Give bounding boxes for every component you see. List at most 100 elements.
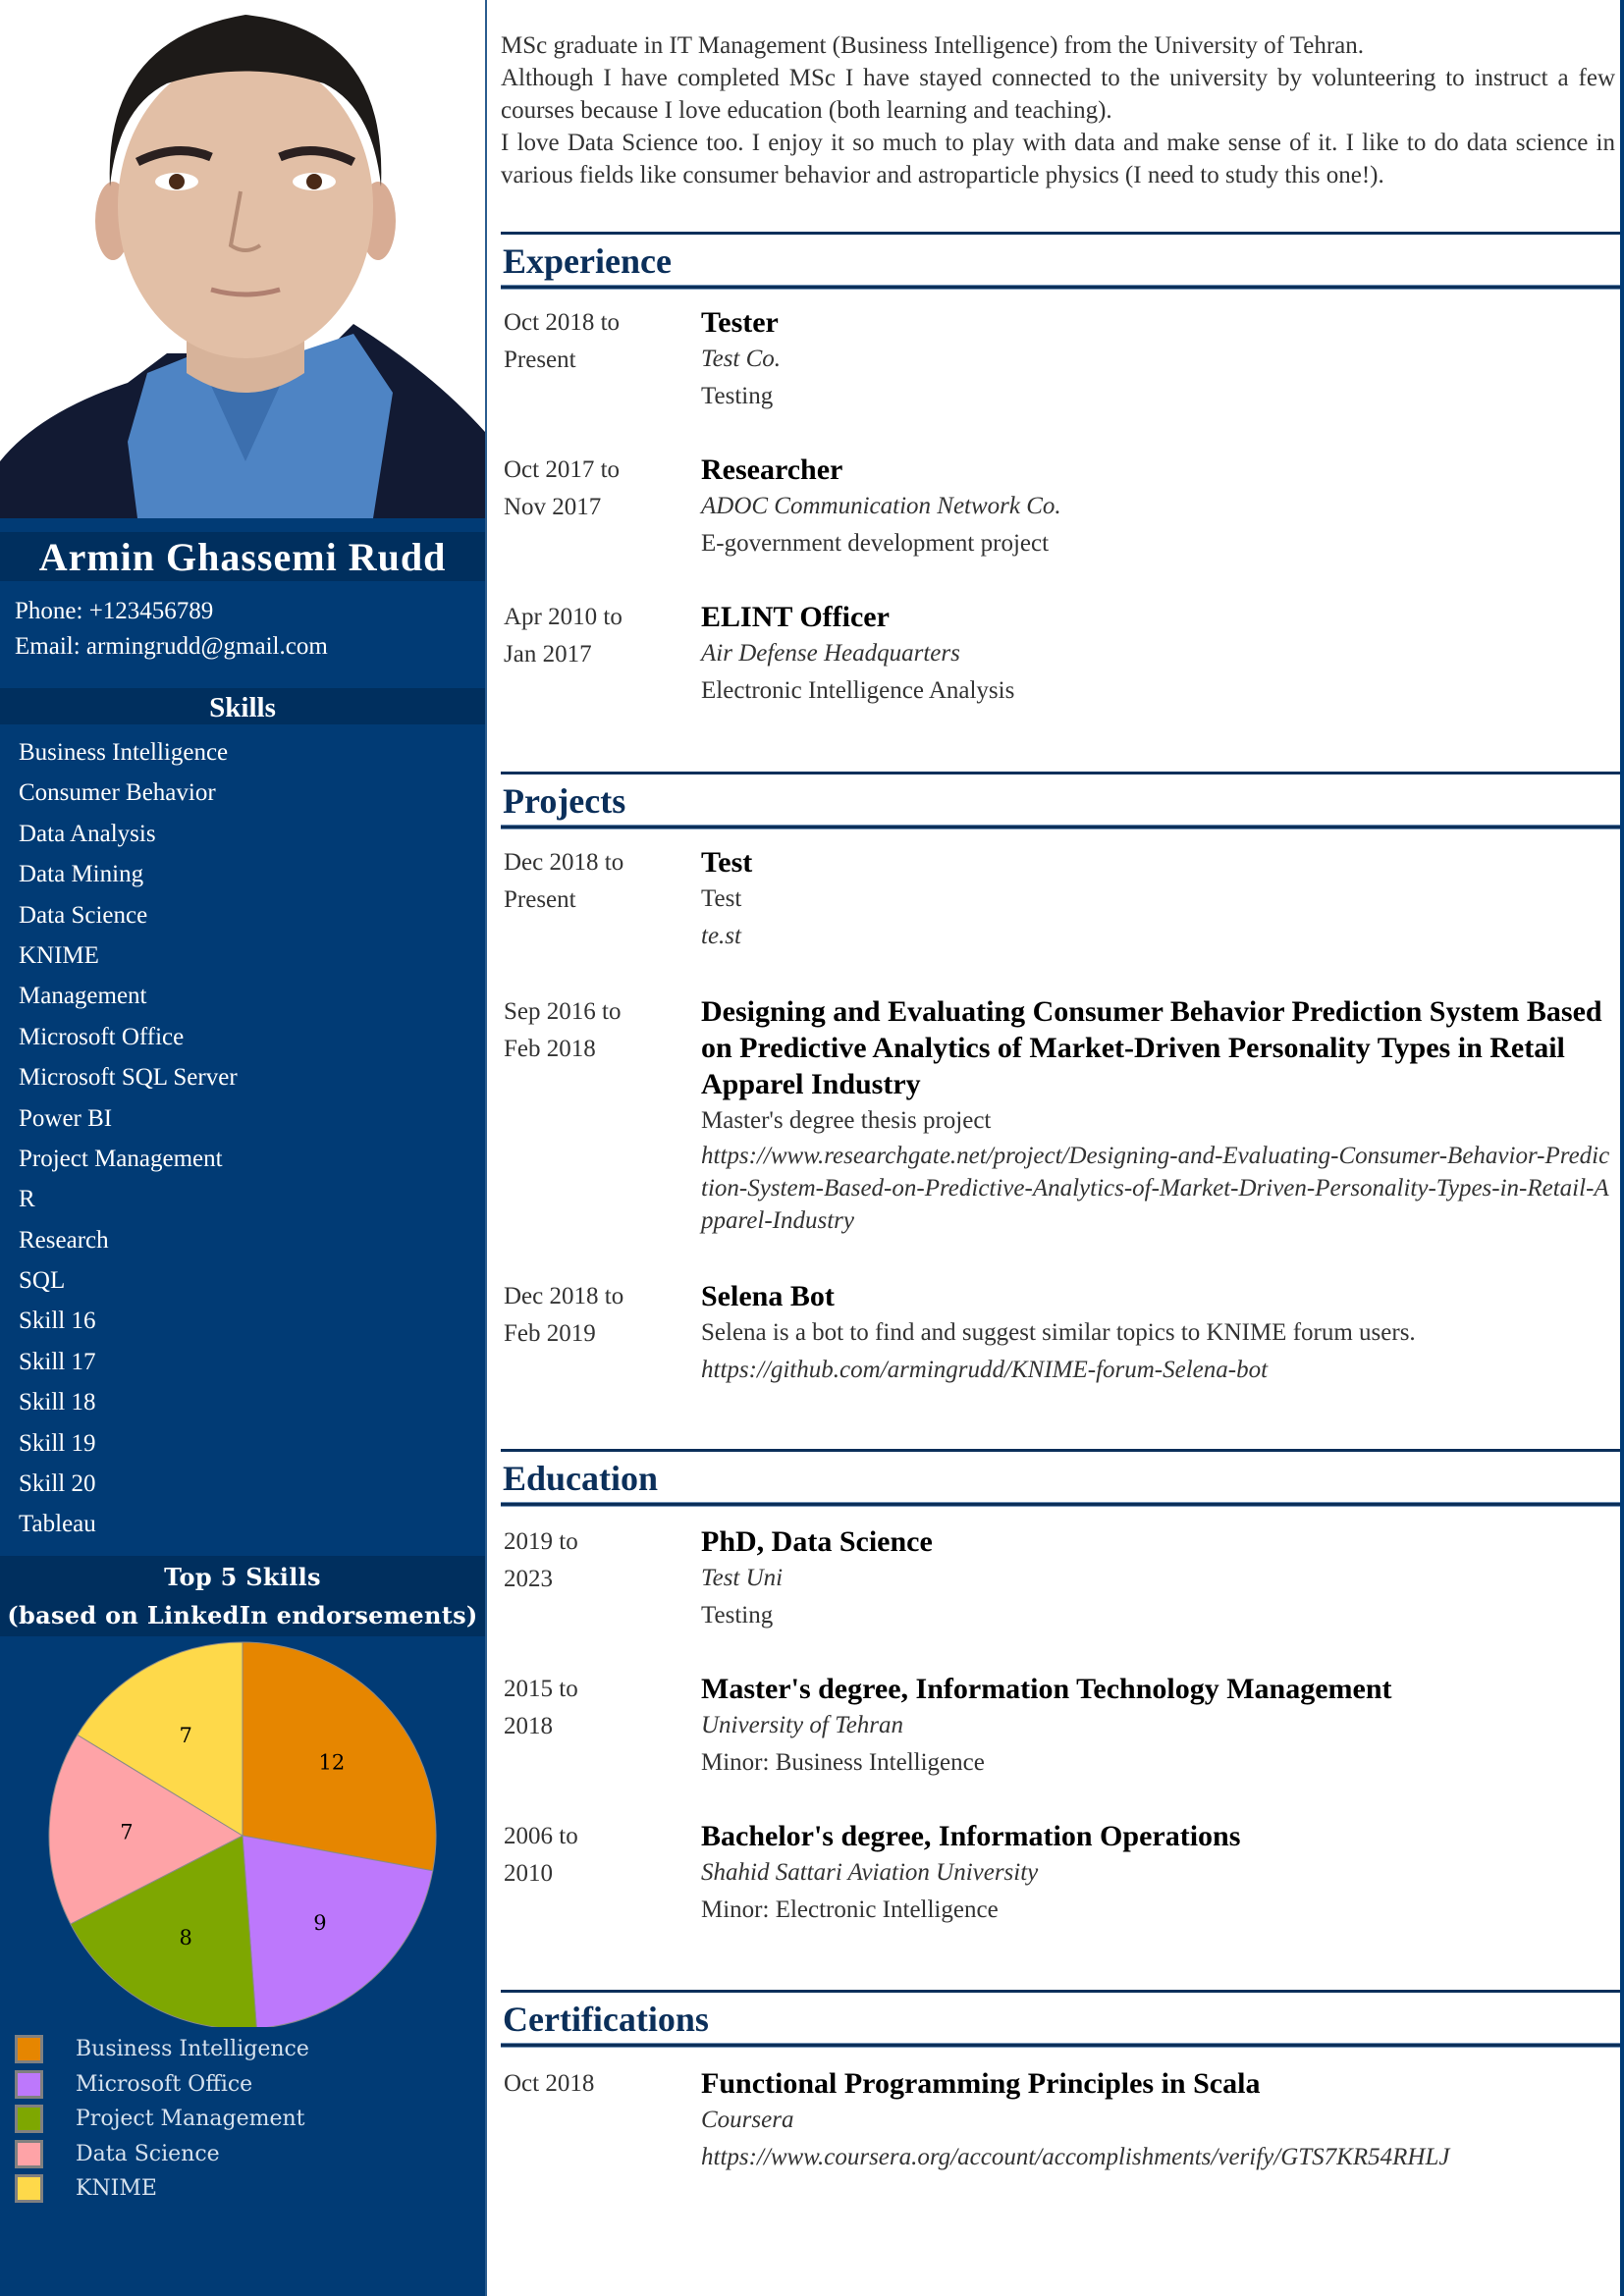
pie-data-label: 12 bbox=[318, 1750, 345, 1774]
date-start: 2006 to bbox=[504, 1823, 578, 1849]
main-right-border bbox=[1620, 0, 1624, 2296]
skill-item: R bbox=[19, 1186, 35, 1213]
entry-url[interactable]: https://www.coursera.org/account/accompl… bbox=[701, 2139, 1614, 2176]
entry-title: Selena Bot bbox=[701, 1280, 835, 1312]
skill-item: Skill 20 bbox=[19, 1470, 96, 1498]
legend-label: Data Science bbox=[76, 2141, 220, 2166]
date-end: Jan 2017 bbox=[504, 641, 592, 667]
date-start: 2019 to bbox=[504, 1528, 578, 1555]
skill-item: Microsoft SQL Server bbox=[19, 1064, 238, 1092]
entry-date: Oct 2018 to Present bbox=[504, 304, 680, 379]
entry-title: ELINT Officer bbox=[701, 601, 890, 633]
section-title: Projects bbox=[503, 781, 626, 821]
date-start: Dec 2018 to bbox=[504, 1283, 624, 1309]
entry-desc: Electronic Intelligence Analysis bbox=[701, 677, 1015, 704]
entry-org: Test Co. bbox=[701, 346, 782, 372]
entry-date: 2015 to 2018 bbox=[504, 1671, 680, 1745]
legend-swatch bbox=[15, 2174, 43, 2204]
legend-item: Data Science bbox=[15, 2137, 309, 2172]
date-start: Oct 2017 to bbox=[504, 456, 621, 483]
section-title: Certifications bbox=[503, 2000, 709, 2039]
entry-date: 2019 to 2023 bbox=[504, 1523, 680, 1598]
date-end: Feb 2018 bbox=[504, 1036, 596, 1062]
chart-title-line1: Top 5 Skills bbox=[164, 1563, 321, 1591]
skill-item: Data Mining bbox=[19, 861, 144, 888]
skill-item: Skill 18 bbox=[19, 1389, 96, 1416]
entry-desc: Minor: Electronic Intelligence bbox=[701, 1896, 999, 1923]
summary-paragraph: I love Data Science too. I enjoy it so m… bbox=[501, 130, 1615, 188]
chart-title-line2: (based on LinkedIn endorsements) bbox=[7, 1601, 478, 1629]
entry-date: Apr 2010 to Jan 2017 bbox=[504, 599, 680, 673]
date-end: Present bbox=[504, 886, 576, 913]
skill-item: Tableau bbox=[19, 1511, 96, 1538]
section-title: Education bbox=[503, 1459, 659, 1498]
skill-item: Power BI bbox=[19, 1104, 113, 1132]
entry-date: Oct 2018 bbox=[504, 2065, 680, 2103]
chart-title: Top 5 Skills (based on LinkedIn endorsem… bbox=[0, 1556, 485, 1636]
date-start: Apr 2010 to bbox=[504, 604, 623, 630]
section-projects-heading: Projects bbox=[501, 772, 1620, 828]
legend-item: Microsoft Office bbox=[15, 2067, 309, 2103]
pie-data-label: 7 bbox=[179, 1724, 191, 1747]
summary-paragraph: Although I have completed MSc I have sta… bbox=[501, 65, 1615, 124]
entry-title: Researcher bbox=[701, 454, 843, 486]
entry-date: 2006 to 2010 bbox=[504, 1818, 680, 1893]
skill-item: Project Management bbox=[19, 1145, 223, 1172]
skill-item: KNIME bbox=[19, 941, 99, 969]
entry-title: PhD, Data Science bbox=[701, 1525, 933, 1558]
entry-org: University of Tehran bbox=[701, 1712, 904, 1738]
entry-desc: Minor: Business Intelligence bbox=[701, 1749, 985, 1776]
skills-list: Business Intelligence Consumer Behavior … bbox=[19, 732, 238, 1545]
section-education-heading: Education bbox=[501, 1449, 1620, 1506]
profile-name: Armin Ghassemi Rudd bbox=[0, 532, 485, 581]
entry-title: Master's degree, Information Technology … bbox=[701, 1673, 1392, 1705]
date-start: Dec 2018 to bbox=[504, 849, 624, 876]
legend-label: Microsoft Office bbox=[76, 2071, 253, 2097]
chart-legend: Business Intelligence Microsoft Office Pro… bbox=[15, 2032, 309, 2207]
legend-item: Business Intelligence bbox=[15, 2032, 309, 2067]
profile-photo-illustration bbox=[0, 0, 485, 518]
date-start: Oct 2018 bbox=[504, 2070, 595, 2097]
entry-date: Dec 2018 to Present bbox=[504, 844, 680, 919]
profile-photo bbox=[0, 0, 485, 518]
entry-org: Test Uni bbox=[701, 1565, 784, 1591]
contact-info: Phone: +123456789 Email: armingrudd@gmai… bbox=[15, 594, 328, 665]
entry-desc: Testing bbox=[701, 383, 774, 409]
summary: MSc graduate in IT Management (Business … bbox=[501, 29, 1615, 191]
date-end: Nov 2017 bbox=[504, 494, 602, 520]
entry-date: Sep 2016 to Feb 2018 bbox=[504, 993, 680, 1068]
pie-data-label: 8 bbox=[179, 1926, 191, 1949]
skill-item: Data Science bbox=[19, 901, 148, 929]
legend-swatch bbox=[15, 2139, 43, 2168]
legend-label: KNIME bbox=[76, 2176, 157, 2202]
skill-item: Consumer Behavior bbox=[19, 779, 216, 807]
entry-org: ADOC Communication Network Co. bbox=[701, 493, 1061, 519]
date-end: Present bbox=[504, 347, 576, 373]
entry-date: Oct 2017 to Nov 2017 bbox=[504, 452, 680, 526]
entry-desc: Test bbox=[701, 885, 742, 912]
skill-item: Data Analysis bbox=[19, 820, 156, 847]
date-end: 2018 bbox=[504, 1713, 553, 1739]
entry-title: Tester bbox=[701, 306, 779, 339]
entry-url[interactable]: https://github.com/armingrudd/KNIME-foru… bbox=[701, 1352, 1614, 1389]
skill-item: Research bbox=[19, 1226, 109, 1254]
date-end: Feb 2019 bbox=[504, 1320, 596, 1347]
section-experience-heading: Experience bbox=[501, 232, 1620, 289]
legend-label: Business Intelligence bbox=[76, 2037, 309, 2062]
skill-item: Management bbox=[19, 983, 147, 1010]
entry-url[interactable]: te.st bbox=[701, 918, 1614, 955]
date-end: 2023 bbox=[504, 1566, 553, 1592]
date-start: Sep 2016 to bbox=[504, 998, 622, 1025]
date-start: Oct 2018 to bbox=[504, 309, 621, 336]
skill-item: Skill 17 bbox=[19, 1348, 96, 1375]
skill-item: Skill 16 bbox=[19, 1308, 96, 1335]
summary-paragraph: MSc graduate in IT Management (Business … bbox=[501, 32, 1365, 59]
legend-swatch bbox=[15, 2105, 43, 2134]
section-title: Experience bbox=[503, 241, 672, 281]
legend-swatch bbox=[15, 2035, 43, 2064]
entry-title: Bachelor's degree, Information Operation… bbox=[701, 1820, 1241, 1852]
entry-title: Functional Programming Principles in Sca… bbox=[701, 2067, 1261, 2100]
email-link[interactable]: Email: armingrudd@gmail.com bbox=[15, 629, 328, 665]
date-end: 2010 bbox=[504, 1860, 553, 1887]
entry-url[interactable]: https://www.researchgate.net/project/Des… bbox=[701, 1140, 1614, 1237]
